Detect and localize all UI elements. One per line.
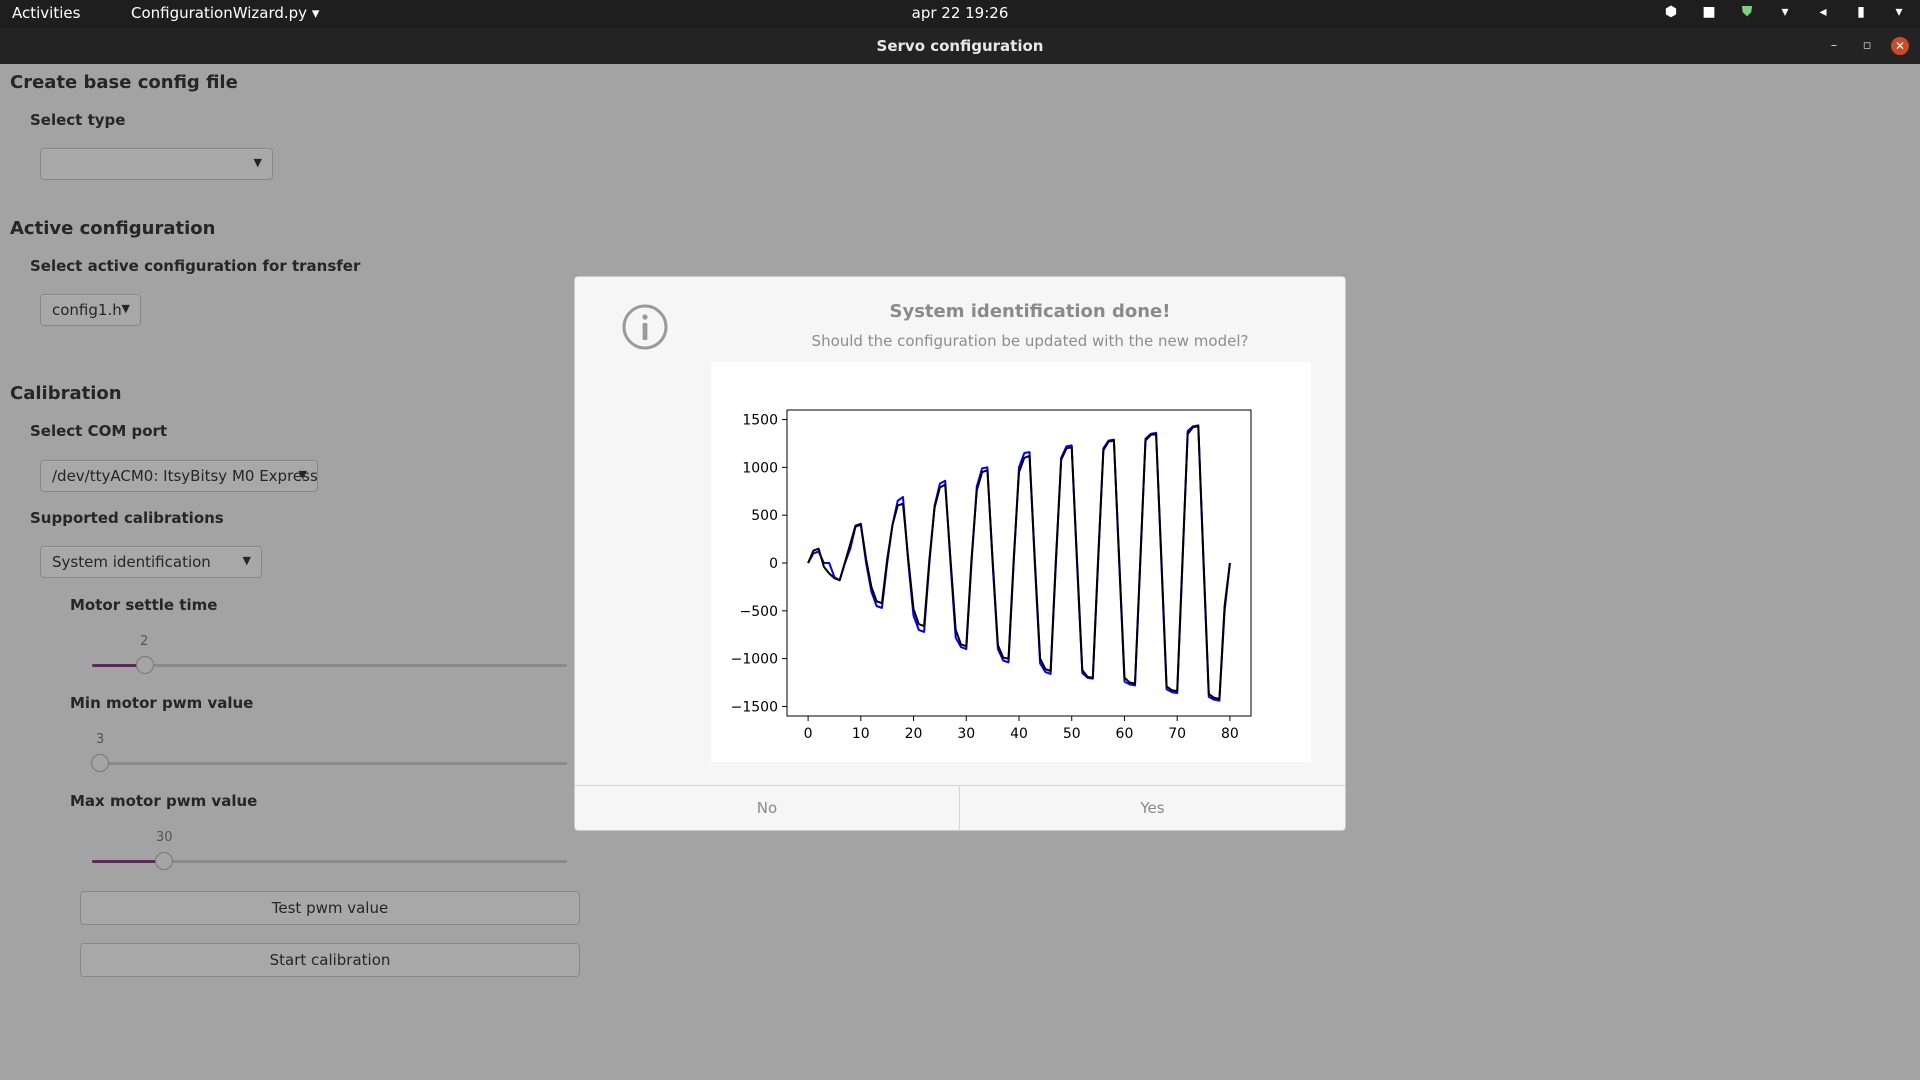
select-type-label: Select type: [30, 111, 126, 129]
y-tick-label: 1000: [742, 460, 778, 476]
battery-icon[interactable]: ▮: [1852, 4, 1870, 20]
x-tick-label: 20: [905, 726, 923, 742]
x-tick-label: 80: [1221, 726, 1239, 742]
supported-calibrations-label: Supported calibrations: [30, 509, 224, 527]
y-tick-label: −1500: [731, 699, 778, 715]
minimize-icon[interactable]: –: [1825, 37, 1843, 55]
maximize-icon[interactable]: ▫: [1858, 37, 1876, 55]
window-title: Servo configuration: [876, 37, 1044, 55]
system-tray[interactable]: ⬢ ■ ⛊ ▾ ◂ ▮ ▾: [1662, 4, 1908, 20]
window-title-bar: Servo configuration – ▫ ✕: [0, 28, 1920, 64]
max-pwm-value: 30: [156, 830, 173, 845]
heading-active-config: Active configuration: [10, 218, 216, 239]
x-tick-label: 0: [804, 726, 813, 742]
max-pwm-handle[interactable]: [155, 852, 173, 870]
x-tick-label: 70: [1168, 726, 1186, 742]
top-bar: Activities ConfigurationWizard.py ▾ apr …: [0, 0, 1920, 28]
message-dialog: System identification done! Should the c…: [574, 276, 1346, 831]
com-port-combo[interactable]: /dev/ttyACM0: ItsyBitsy M0 Express ▼: [40, 460, 318, 492]
active-config-value: config1.h: [52, 301, 122, 319]
select-type-combo[interactable]: ▼: [40, 148, 273, 180]
chevron-down-icon: ▼: [121, 302, 130, 315]
close-icon[interactable]: ✕: [1891, 37, 1909, 55]
x-tick-label: 40: [1010, 726, 1028, 742]
y-tick-label: 0: [769, 556, 778, 572]
com-port-value: /dev/ttyACM0: ItsyBitsy M0 Express: [52, 467, 318, 485]
clock[interactable]: apr 22 19:26: [0, 4, 1920, 22]
shield-icon[interactable]: ⛊: [1738, 4, 1756, 20]
wifi-icon[interactable]: ▾: [1776, 4, 1794, 20]
heading-base-config: Create base config file: [10, 72, 238, 93]
x-tick-label: 50: [1063, 726, 1081, 742]
heading-calibration: Calibration: [10, 383, 122, 404]
no-button[interactable]: No: [575, 786, 960, 830]
min-pwm-track[interactable]: [92, 762, 567, 765]
yes-button[interactable]: Yes: [960, 786, 1345, 830]
active-config-label: Select active configuration for transfer: [30, 257, 361, 275]
supported-calibrations-combo[interactable]: System identification ▼: [40, 546, 262, 578]
dialog-button-row: No Yes: [575, 785, 1345, 830]
volume-icon[interactable]: ◂: [1814, 4, 1832, 20]
dropbox-icon[interactable]: ⬢: [1662, 4, 1680, 20]
chevron-down-icon: ▼: [242, 554, 251, 567]
start-calibration-button[interactable]: Start calibration: [80, 943, 580, 977]
active-config-combo[interactable]: config1.h ▼: [40, 294, 141, 326]
y-tick-label: 500: [751, 508, 778, 524]
y-tick-label: −1000: [731, 652, 778, 668]
motor-settle-time-value: 2: [140, 634, 149, 649]
chevron-down-icon: ▼: [253, 156, 262, 169]
max-pwm-label: Max motor pwm value: [70, 792, 258, 810]
chart-svg: 0 10 20 30 40 50 60 70 80 1500 1000 500 0 −500 −1000 −1…: [731, 409, 1252, 742]
min-pwm-label: Min motor pwm value: [70, 694, 254, 712]
motor-settle-time-label: Motor settle time: [70, 596, 218, 614]
camera-icon[interactable]: ■: [1700, 4, 1718, 20]
x-tick-label: 10: [852, 726, 870, 742]
x-tick-label: 30: [957, 726, 975, 742]
motor-settle-time-track[interactable]: [92, 664, 567, 667]
chevron-down-icon[interactable]: ▾: [1890, 4, 1908, 20]
y-tick-label: 1500: [742, 413, 778, 429]
dialog-title: System identification done!: [889, 301, 1171, 322]
max-pwm-fill: [92, 860, 164, 863]
x-tick-label: 60: [1116, 726, 1134, 742]
supported-calibrations-value: System identification: [52, 553, 211, 571]
com-port-label: Select COM port: [30, 422, 168, 440]
min-pwm-handle[interactable]: [91, 754, 109, 772]
y-tick-label: −500: [740, 604, 778, 620]
system-identification-plot: 0 10 20 30 40 50 60 70 80 1500 1000 500 0 −500 −1000 −1…: [711, 362, 1311, 762]
min-pwm-value: 3: [96, 732, 105, 747]
motor-settle-time-handle[interactable]: [136, 656, 154, 674]
chevron-down-icon: ▼: [298, 468, 307, 481]
dialog-subtitle: Should the configuration be updated with…: [811, 332, 1249, 350]
test-pwm-button[interactable]: Test pwm value: [80, 891, 580, 925]
